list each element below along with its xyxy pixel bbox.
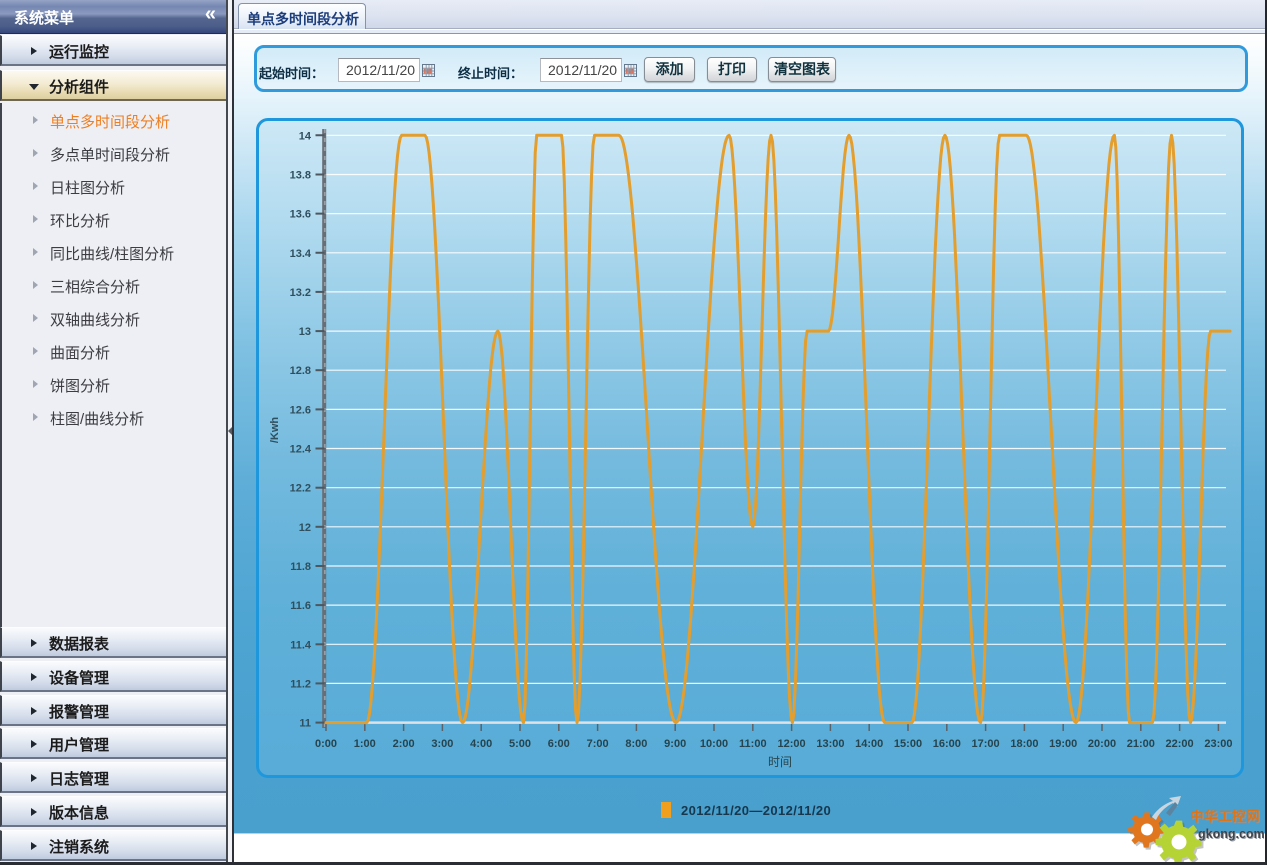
svg-text:3:00: 3:00 [431,738,453,750]
svg-text:12:00: 12:00 [778,738,806,750]
svg-text:11.6: 11.6 [290,600,311,612]
svg-text:12.4: 12.4 [290,444,312,456]
svg-text:13.2: 13.2 [290,287,311,299]
svg-text:12: 12 [299,522,311,534]
svg-text:中华工控网: 中华工控网 [1190,808,1260,824]
svg-text:10:00: 10:00 [700,738,728,750]
svg-text:21:00: 21:00 [1127,738,1155,750]
svg-text:13:00: 13:00 [816,738,844,750]
svg-text:0:00: 0:00 [315,738,337,750]
svg-text:8:00: 8:00 [625,738,647,750]
svg-text:13: 13 [299,326,311,338]
svg-text:14: 14 [299,130,312,142]
svg-text:16:00: 16:00 [933,738,961,750]
svg-text:17:00: 17:00 [972,738,1000,750]
svg-text:15:00: 15:00 [894,738,922,750]
svg-text:11.8: 11.8 [290,561,311,573]
svg-text:12.8: 12.8 [290,365,311,377]
svg-text:13.8: 13.8 [290,170,311,182]
svg-text:1:00: 1:00 [354,738,376,750]
svg-text:11.2: 11.2 [290,678,311,690]
svg-text:gkong.com: gkong.com [1198,827,1264,841]
svg-text:7:00: 7:00 [587,738,609,750]
svg-text:13.6: 13.6 [290,209,311,221]
svg-text:4:00: 4:00 [470,738,492,750]
svg-text:23:00: 23:00 [1204,738,1232,750]
svg-text:11:00: 11:00 [739,738,767,750]
svg-text:6:00: 6:00 [548,738,570,750]
svg-text:/Kwh: /Kwh [269,417,281,444]
svg-text:11.4: 11.4 [290,639,312,651]
svg-text:19:00: 19:00 [1049,738,1077,750]
svg-text:13.4: 13.4 [290,248,312,260]
svg-text:9:00: 9:00 [664,738,686,750]
svg-text:18:00: 18:00 [1010,738,1038,750]
svg-text:20:00: 20:00 [1088,738,1116,750]
svg-text:12.2: 12.2 [290,483,311,495]
svg-text:2:00: 2:00 [393,738,415,750]
svg-text:11: 11 [299,718,311,730]
svg-text:22:00: 22:00 [1166,738,1194,750]
svg-text:12.6: 12.6 [290,404,311,416]
svg-text:5:00: 5:00 [509,738,531,750]
svg-text:14:00: 14:00 [855,738,883,750]
